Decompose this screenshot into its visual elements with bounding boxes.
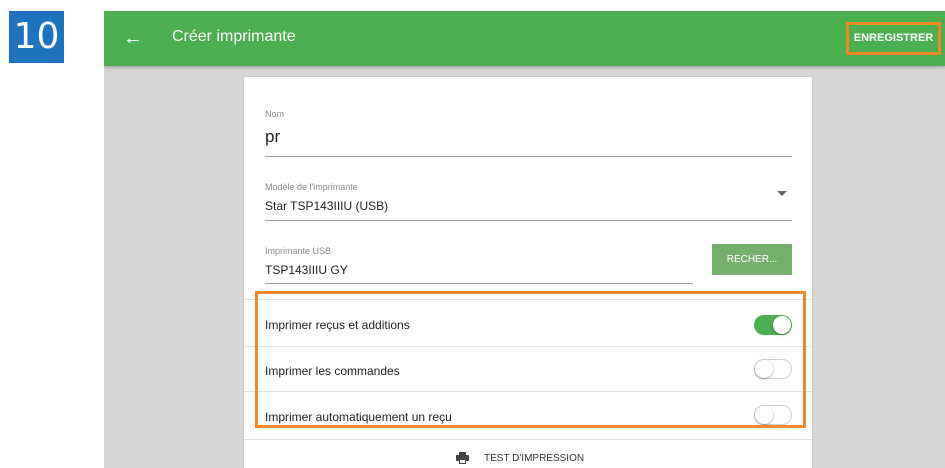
usb-printer-underline [265,283,693,284]
page-title: Créer imprimante [172,28,296,45]
app-screen: ← Créer imprimante ENREGISTRER Nom pr Mo… [104,11,945,468]
print-test-button[interactable]: TEST D'IMPRESSION [244,449,812,468]
toggles-highlight [255,291,806,428]
step-number-badge: 10 [9,11,64,63]
print-test-label: TEST D'IMPRESSION [484,453,585,464]
name-field[interactable]: pr [265,127,280,147]
app-bar: ← Créer imprimante ENREGISTRER [104,11,945,66]
search-button[interactable]: RECHER... [712,244,792,275]
printer-icon [456,452,469,464]
model-underline [265,220,792,221]
chevron-down-icon[interactable] [777,191,787,196]
usb-printer-field[interactable]: TSP143IIIU GY [265,263,348,277]
arrow-left-icon[interactable]: ← [122,26,144,50]
divider [244,439,812,440]
model-select[interactable]: Star TSP143IIIU (USB) [265,199,388,213]
save-button[interactable]: ENREGISTRER [846,22,941,55]
name-label: Nom [265,109,285,119]
name-underline [265,156,792,157]
usb-printer-label: Imprimante USB [265,246,332,256]
model-label: Modèle de l'imprimante [265,182,358,192]
